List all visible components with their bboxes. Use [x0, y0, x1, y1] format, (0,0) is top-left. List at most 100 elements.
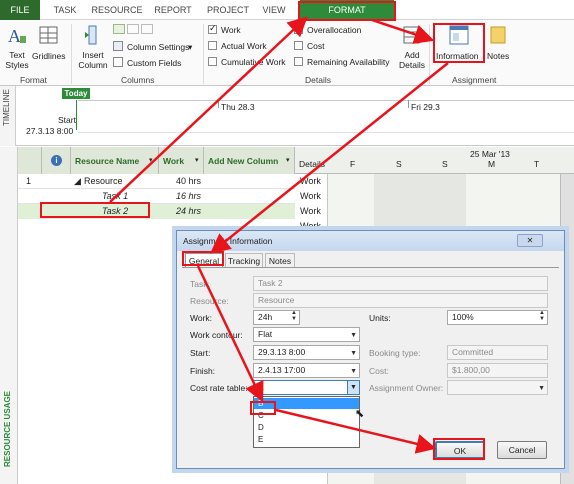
assignment-owner-label: Assignment Owner:	[369, 383, 444, 393]
work-label: Work:	[190, 313, 213, 323]
work-checkbox[interactable]	[208, 23, 217, 34]
custom-fields-button[interactable]: Custom Fields	[127, 58, 181, 68]
resource-name-cell[interactable]: Resource	[84, 174, 123, 189]
add-new-column-header[interactable]: Add New Column ▾	[204, 147, 295, 174]
tab-resource[interactable]: RESOURCE	[88, 0, 146, 20]
custom-fields-icon	[113, 57, 123, 67]
view-side-bar: RESOURCE USAGE	[0, 147, 18, 484]
chevron-down-icon[interactable]: ▾	[195, 156, 199, 164]
cancel-button[interactable]: Cancel	[497, 441, 547, 459]
work-field[interactable]: 24h ▲ ▼	[253, 310, 300, 325]
dialog-titlebar[interactable]: Assignment Information ✕	[177, 231, 564, 251]
work-checkbox-label: Work	[221, 25, 241, 35]
day-label: S	[442, 159, 448, 169]
close-icon[interactable]: ✕	[517, 234, 543, 247]
booking-type-label: Booking type:	[369, 348, 421, 358]
resource-name-header[interactable]: Resource Name ▾	[71, 147, 159, 174]
chevron-down-icon: ▼	[538, 385, 545, 392]
add-details-button[interactable]: Add Details	[398, 50, 426, 70]
finish-label: Finish:	[190, 366, 216, 376]
day-label: T	[534, 159, 540, 169]
cost-checkbox[interactable]	[294, 41, 303, 50]
indicator-header: i	[42, 147, 71, 174]
timeline-label: TIMELINE	[2, 89, 11, 126]
text-styles-icon: A	[6, 24, 28, 46]
tab-tracking[interactable]: Tracking	[225, 253, 263, 267]
notes-button[interactable]: Notes	[487, 51, 509, 61]
work-header[interactable]: Work ▾	[159, 147, 204, 174]
cost-rate-table-select[interactable]: A ▼	[253, 380, 360, 395]
group-label-assignment: Assignment	[452, 75, 497, 85]
tab-divider	[182, 267, 559, 268]
day-label: F	[350, 159, 356, 169]
timeline-tick-fri: Fri 29.3	[411, 102, 440, 112]
overallocation-checkbox[interactable]	[294, 23, 303, 34]
work-contour-select[interactable]: Flat ▼	[253, 327, 360, 342]
highlight-option-b	[250, 401, 276, 415]
finish-field[interactable]: 2.4.13 17:00 ▼	[253, 363, 360, 378]
ribbon: A Text Styles Gridlines Format Insert Co…	[0, 20, 574, 86]
chevron-down-icon[interactable]: ▼	[350, 365, 357, 377]
timeline: TIMELINE Today Start 27.3.13 8:00 Thu 28…	[0, 86, 574, 146]
column-settings-button[interactable]: Column Settings	[127, 42, 189, 52]
align-center-icon[interactable]	[127, 24, 139, 34]
cumulative-work-checkbox[interactable]	[208, 57, 217, 66]
remaining-availability-checkbox[interactable]	[294, 57, 303, 66]
units-field[interactable]: 100% ▲ ▼	[447, 310, 548, 325]
timeline-axis	[78, 100, 574, 101]
spinner-icon[interactable]: ▲ ▼	[539, 311, 545, 322]
work-cell[interactable]: 40 hrs	[176, 174, 201, 189]
table-row[interactable]: 1 ◢ Resource 40 hrs	[18, 174, 295, 189]
chevron-down-icon[interactable]: ▾	[286, 156, 290, 164]
remaining-availability-label: Remaining Availability	[307, 57, 390, 67]
tab-notes[interactable]: Notes	[265, 253, 295, 267]
group-label-columns: Columns	[121, 75, 155, 85]
dropdown-option-e[interactable]: E	[254, 434, 359, 445]
chevron-down-icon[interactable]: ▼	[350, 347, 357, 359]
work-header-label: Work	[163, 156, 185, 166]
align-left-icon[interactable]	[113, 24, 125, 34]
tab-view[interactable]: VIEW	[258, 0, 290, 20]
chevron-down-icon: ▾	[188, 42, 193, 52]
dropdown-option-d[interactable]: D	[254, 422, 359, 433]
start-label: Start:	[190, 348, 211, 358]
column-settings-icon	[113, 41, 123, 51]
start-field[interactable]: 29.3.13 8:00 ▼	[253, 345, 360, 360]
collapse-triangle-icon[interactable]: ◢	[74, 174, 81, 189]
insert-column-button[interactable]: Insert Column	[78, 50, 108, 70]
gridlines-icon	[38, 24, 60, 46]
chevron-down-icon[interactable]: ▼	[350, 329, 357, 341]
notes-icon	[488, 24, 508, 46]
timeline-tick-thu: Thu 28.3	[221, 102, 255, 112]
today-marker: Today	[62, 88, 90, 99]
today-line	[76, 100, 77, 130]
spinner-icon[interactable]: ▲ ▼	[291, 311, 297, 322]
tab-file[interactable]: FILE	[0, 0, 40, 20]
tick	[218, 100, 219, 108]
timescale-header: Details 25 Mar '13 F S S M T	[295, 147, 574, 174]
actual-work-label: Actual Work	[221, 41, 267, 51]
assignment-information-dialog: Assignment Information ✕ General Trackin…	[176, 230, 565, 469]
separator	[71, 24, 72, 84]
cost-label: Cost	[307, 41, 325, 51]
add-details-icon	[402, 24, 422, 46]
tab-report[interactable]: REPORT	[150, 0, 196, 20]
chevron-down-icon[interactable]: ▼	[347, 381, 359, 394]
day-label: M	[488, 159, 496, 169]
info-icon: i	[51, 155, 62, 166]
work-cell[interactable]: 16 hrs	[176, 189, 201, 204]
finish-value: 2.4.13 17:00	[258, 365, 306, 375]
align-right-icon[interactable]	[141, 24, 153, 34]
resource-field: Resource	[253, 293, 548, 308]
tab-project[interactable]: PROJECT	[200, 0, 256, 20]
text-styles-button[interactable]: Text Styles	[5, 50, 29, 70]
tab-task[interactable]: TASK	[48, 0, 82, 20]
actual-work-checkbox[interactable]	[208, 41, 217, 50]
chevron-down-icon[interactable]: ▾	[149, 156, 153, 164]
ribbon-tab-bar: FILE TASK RESOURCE REPORT PROJECT VIEW F…	[0, 0, 574, 20]
timeline-start-date: 27.3.13 8:00	[26, 126, 74, 136]
svg-text:A: A	[8, 26, 21, 46]
separator	[429, 24, 430, 84]
work-cell[interactable]: 24 hrs	[176, 204, 201, 219]
gridlines-button[interactable]: Gridlines	[32, 51, 66, 61]
